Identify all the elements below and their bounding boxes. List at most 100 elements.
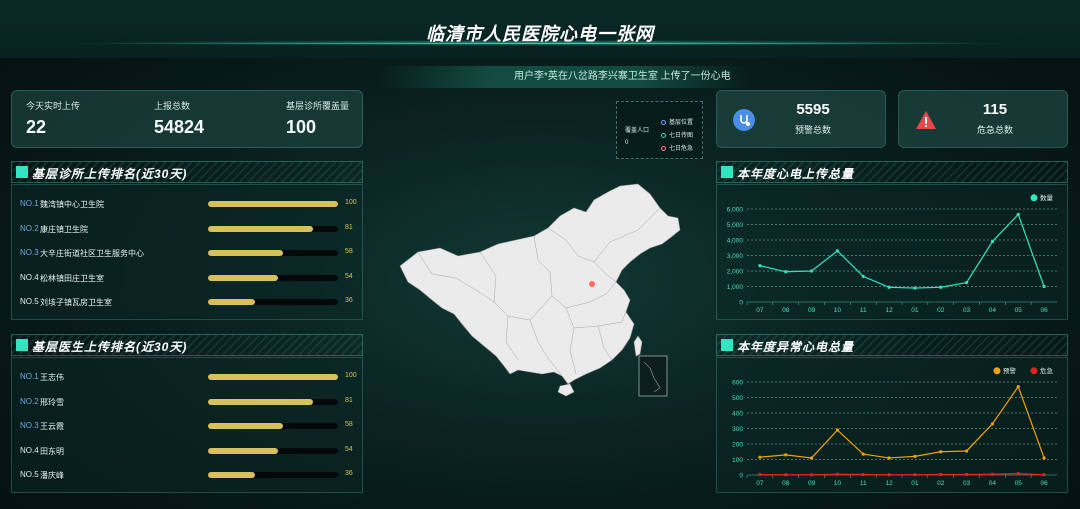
- data-point: [809, 473, 814, 477]
- data-point: [861, 274, 865, 279]
- data-point: [964, 472, 969, 477]
- rank-number: NO.2: [20, 223, 39, 233]
- abnormal-ecg-chart-panel: 0 100 200 300 400 500 600 07 08 09 10 11 12 01 02 03 04 0…: [716, 357, 1068, 493]
- stats-summary: 今天实时上传 22 上报总数 54824 基层诊所覆盖量 100: [11, 90, 363, 148]
- linqing-location-marker[interactable]: [589, 281, 595, 287]
- legend-seven-day-critical[interactable]: 七日危急: [661, 143, 693, 152]
- data-point: [939, 450, 943, 454]
- rank-name: 大辛庄街道社区卫生服务中心: [40, 249, 144, 258]
- abnormal-ecg-chart[interactable]: 0 100 200 300 400 500 600 07 08 09 10 11 12 01 02 03 04 0…: [717, 358, 1067, 492]
- rank-name: 魏湾镇中心卫生院: [40, 200, 104, 209]
- base-location-dot-icon: [661, 119, 666, 125]
- map-legend-title: 覆盖人口: [625, 128, 650, 134]
- data-point: [835, 249, 840, 253]
- critical-dot-icon: [661, 145, 666, 151]
- stat-today: 今天实时上传 22: [26, 99, 80, 138]
- rank-name: 康庄镇卫生院: [40, 224, 88, 234]
- rank-bar-track: [208, 472, 338, 478]
- y-tick-label: 5,000: [727, 222, 744, 229]
- ecg-upload-chart[interactable]: 0 1,000 2,000 3,000 4,000 5,000 6,000 07 08 09 10 1…: [717, 185, 1067, 319]
- x-tick-label: 11: [860, 307, 867, 314]
- map-legend-value: 0: [625, 140, 629, 146]
- data-point: [1016, 212, 1020, 217]
- ranking-row: NO.2 邢玲雪 81: [20, 395, 360, 409]
- rank-bar-fill: [208, 250, 284, 256]
- data-point: [861, 472, 865, 477]
- ranking-row: NO.5 潘庆峰 36: [20, 468, 360, 482]
- rank-number: NO.3: [20, 421, 39, 430]
- warning-total-card: 5595 预警总数: [716, 90, 886, 148]
- clinic-ranking-header: 基层诊所上传排名(近30天): [11, 161, 363, 183]
- ranking-row: NO.1 魏湾镇中心卫生院 100: [20, 197, 360, 211]
- rank-name: 王云霞: [40, 422, 64, 431]
- rank-bar-fill: [208, 447, 279, 454]
- stat-coverage: 基层诊所覆盖量 100: [286, 99, 349, 138]
- rank-bar-track: [208, 423, 338, 429]
- abnormal-ecg-title: 本年度异常心电总量: [737, 340, 855, 354]
- doctor-ranking-header: 基层医生上传排名(近30天): [11, 334, 363, 356]
- data-point: [887, 285, 891, 289]
- china-map[interactable]: [398, 178, 688, 400]
- rank-number: NO.2: [20, 396, 39, 406]
- y-tick-label: 1,000: [727, 284, 744, 291]
- ranking-row: NO.1 王志伟 100: [20, 370, 360, 384]
- rank-value: 81: [345, 223, 353, 231]
- x-tick-label: 09: [808, 307, 816, 314]
- y-tick-label: 0: [739, 300, 743, 307]
- warning-total-label: 预警总数: [794, 125, 831, 135]
- ecg-upload-title: 本年度心电上传总量: [737, 167, 855, 181]
- legend-base-location[interactable]: 基层位置: [661, 117, 693, 126]
- data-point: [835, 472, 840, 476]
- data-point: [1042, 456, 1046, 460]
- data-point: [809, 269, 814, 273]
- rank-bar-track: [208, 447, 338, 454]
- stat-today-value: 22: [26, 117, 47, 137]
- rank-value: 58: [345, 421, 353, 428]
- stat-today-label: 今天实时上传: [26, 101, 81, 111]
- rank-name: 潘庆峰: [40, 471, 64, 480]
- rank-bar-track: [208, 274, 338, 281]
- y-tick-label: 100: [732, 457, 743, 464]
- x-tick-label: 01: [911, 480, 919, 487]
- marquee-text: 用户李*英在八岔路李兴寨卫生室 上传了一份心电: [514, 71, 731, 82]
- warning-total-value: 5595: [796, 101, 830, 118]
- data-point: [939, 285, 943, 289]
- y-tick-label: 0: [739, 473, 743, 480]
- rank-value: 58: [345, 248, 353, 255]
- x-tick-label: 03: [963, 480, 971, 487]
- legend-swatch: [1030, 194, 1038, 202]
- clinic-ranking-list: NO.1 魏湾镇中心卫生院 100 NO.2 康庄镇卫生院 81 NO.3 大辛庄街道社区卫生…: [11, 184, 363, 320]
- data-point: [1042, 473, 1046, 477]
- section-marker-icon: [16, 166, 28, 178]
- rank-value: 54: [345, 445, 353, 453]
- warning-triangle-icon: [915, 109, 937, 131]
- x-tick-label: 09: [808, 480, 816, 487]
- x-tick-label: 12: [885, 307, 893, 314]
- series-line: [759, 473, 1045, 476]
- rank-name: 王志伟: [40, 373, 64, 382]
- x-tick-label: 04: [989, 307, 997, 314]
- doctor-ranking-list: NO.1 王志伟 100 NO.2 邢玲雪 81 NO.3 王云霞 58 NO.4 田东明 54 NO.…: [11, 357, 363, 493]
- y-tick-label: 3,000: [727, 253, 744, 260]
- upload-dot-icon: [661, 132, 666, 138]
- data-point: [964, 449, 969, 453]
- data-point: [887, 456, 891, 460]
- data-point: [939, 472, 943, 477]
- rank-bar-track: [208, 299, 338, 305]
- data-point: [835, 428, 840, 432]
- y-tick-label: 4,000: [727, 238, 744, 245]
- ranking-row: NO.4 田东明 54: [20, 444, 360, 458]
- data-point: [913, 454, 917, 458]
- x-tick-label: 12: [885, 480, 893, 487]
- legend-seven-day-upload[interactable]: 七日传图: [661, 130, 693, 139]
- stethoscope-icon: [733, 109, 755, 131]
- y-tick-label: 600: [732, 380, 743, 387]
- y-tick-label: 300: [732, 426, 743, 433]
- rank-number: NO.1: [20, 372, 39, 381]
- data-point: [990, 472, 995, 476]
- danger-total-value: 115: [982, 101, 1008, 118]
- rank-bar-track: [208, 225, 338, 232]
- page-title: 临清市人民医院心电一张网: [426, 24, 654, 44]
- y-tick-label: 2,000: [727, 269, 744, 276]
- data-point: [758, 472, 762, 477]
